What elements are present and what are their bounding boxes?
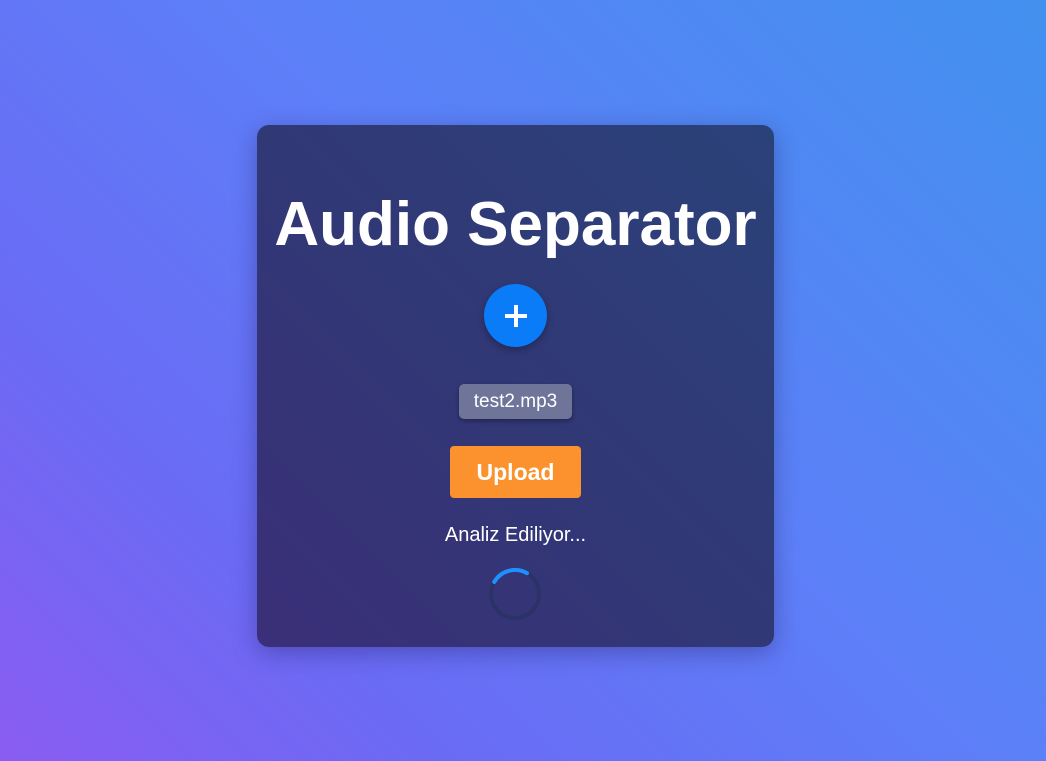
selected-file-chip: test2.mp3 [459, 384, 572, 419]
audio-separator-card: Audio Separator test2.mp3 Upload Analiz … [257, 125, 774, 647]
plus-icon [504, 304, 527, 327]
status-text: Analiz Ediliyor... [444, 524, 587, 546]
upload-button[interactable]: Upload [450, 446, 581, 498]
spinner-icon [489, 568, 541, 620]
page-title: Audio Separator [274, 190, 757, 259]
add-file-button[interactable] [484, 284, 547, 347]
